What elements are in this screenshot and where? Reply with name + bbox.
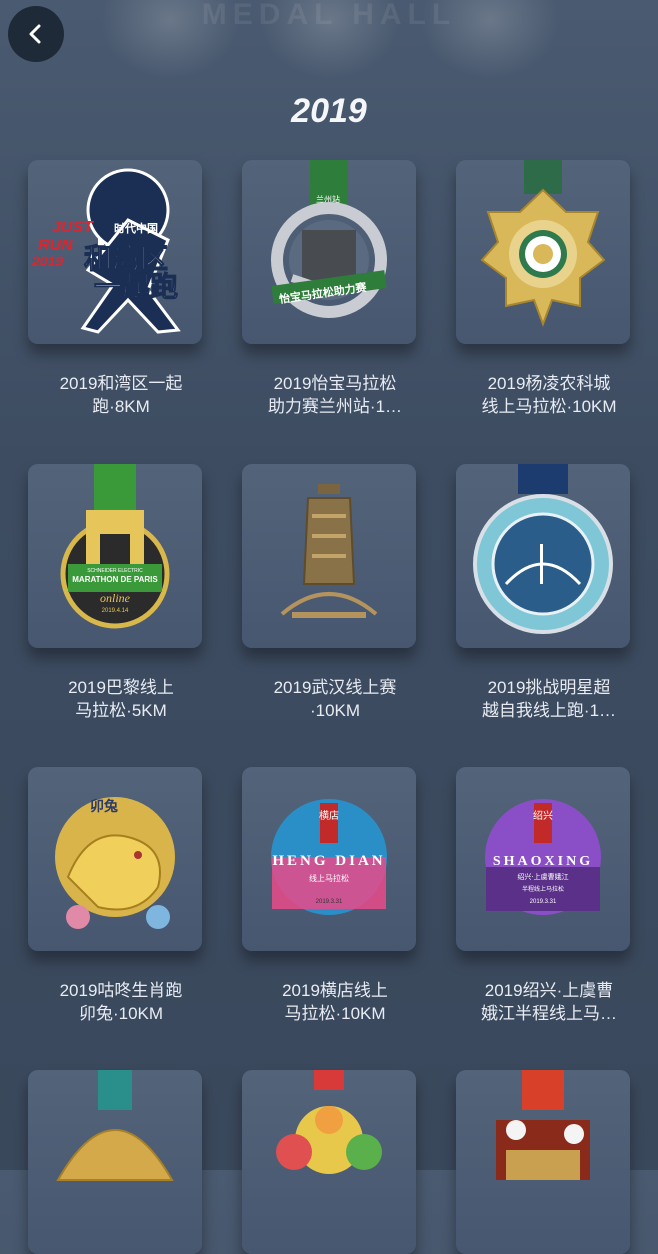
medal-label: 2019咕咚生肖跑 卯兔·10KM — [14, 979, 228, 1025]
medal-label-line1: 2019横店线上 — [282, 981, 388, 1000]
art-text: 2019.4.14 — [102, 608, 129, 614]
art-text: RUN — [38, 237, 73, 254]
art-text: 横店 — [319, 809, 339, 822]
medal-label: 2019武汉线上赛 ·10KM — [228, 676, 442, 722]
art-text: JUST — [52, 219, 94, 236]
medal-card[interactable] — [242, 464, 416, 648]
art-text: 2019.3.31 — [316, 899, 343, 905]
medal-label: 2019杨凌农科城 线上马拉松·10KM — [442, 372, 656, 418]
medal-grid: JUST RUN 2019 时代中国 和湾区 一起跑 2019和湾区一起 跑·8… — [0, 0, 658, 1254]
medal-card[interactable]: JUST RUN 2019 时代中国 和湾区 一起跑 — [28, 160, 202, 344]
art-text: HENG DIAN — [272, 853, 385, 869]
art-text: 时代中国 — [114, 221, 158, 235]
art-text: 卯兔 — [90, 798, 118, 815]
art-text: 线上马拉松 — [309, 873, 349, 883]
medal-image-wuhan — [280, 484, 378, 618]
medal-label-line2: 跑·8KM — [92, 397, 150, 416]
medal-image-shaoxing: 绍兴 SHAOXING 绍兴·上虞曹娥江 半程线上马拉松 2019.3.31 — [485, 799, 601, 915]
medal-image-rabbit: 卯兔 — [55, 797, 175, 929]
medal-image-pavilion — [496, 1070, 590, 1180]
art-text: 绍兴 — [533, 809, 553, 822]
medal-label: 2019挑战明星超 越自我线上跑·1… — [442, 676, 656, 722]
medal-label-line2: 马拉松·5KM — [75, 701, 167, 720]
medal-label: 2019和湾区一起 跑·8KM — [14, 372, 228, 418]
medal-card[interactable] — [242, 1070, 416, 1254]
art-text: online — [100, 591, 131, 605]
medal-image-yangling — [480, 160, 606, 327]
medal-card[interactable]: SCHNEIDER ELECTRIC MARATHON DE PARIS onl… — [28, 464, 202, 648]
medal-label-line1: 2019杨凌农科城 — [487, 374, 611, 393]
medal-image-gold-leaf — [56, 1070, 174, 1181]
medal-label-line2: 越自我线上跑·1… — [481, 701, 617, 720]
medal-label-line2: 卯兔·10KM — [78, 1004, 164, 1023]
medal-label-line1: 2019怡宝马拉松 — [273, 374, 397, 393]
medal-label-line1: 2019和湾区一起 — [59, 374, 183, 393]
medal-label-line1: 2019武汉线上赛 — [273, 678, 397, 697]
art-text: MARATHON DE PARIS — [72, 575, 158, 584]
medal-label: 2019绍兴·上虞曹 娥江半程线上马… — [442, 979, 656, 1025]
medal-label-line2: 马拉松·10KM — [284, 1004, 386, 1023]
medal-label: 2019怡宝马拉松 助力赛兰州站·1… — [228, 372, 442, 418]
medal-label-line1: 2019咕咚生肖跑 — [59, 981, 183, 1000]
medal-label: 2019横店线上 马拉松·10KM — [228, 979, 442, 1025]
medal-card[interactable]: 绍兴 SHAOXING 绍兴·上虞曹娥江 半程线上马拉松 2019.3.31 — [456, 767, 630, 951]
art-text: SHAOXING — [493, 854, 593, 869]
medal-label-line1: 2019巴黎线上 — [68, 678, 174, 697]
medal-image-paris: SCHNEIDER ELECTRIC MARATHON DE PARIS onl… — [60, 464, 170, 629]
medal-label-line2: ·10KM — [309, 701, 361, 720]
art-text: 2019 — [31, 253, 63, 269]
art-text: 2019.3.31 — [530, 899, 557, 905]
medal-card[interactable]: 兰州站 怡宝马拉松助力赛 — [242, 160, 416, 344]
medal-label-line2: 线上马拉松·10KM — [481, 397, 617, 416]
medal-card[interactable]: 卯兔 — [28, 767, 202, 951]
medal-image-lanzhou: 兰州站 怡宝马拉松助力赛 — [271, 160, 387, 318]
medal-image-just-run: JUST RUN 2019 时代中国 和湾区 一起跑 — [31, 168, 181, 334]
art-text: 一起跑 — [94, 270, 178, 303]
medal-label-line2: 助力赛兰州站·1… — [267, 397, 403, 416]
medal-card[interactable] — [456, 160, 630, 344]
medal-card[interactable] — [456, 1070, 630, 1254]
medal-image-hengdian: 横店 HENG DIAN 线上马拉松 2019.3.31 — [271, 799, 387, 915]
art-text: 半程线上马拉松 — [522, 885, 564, 893]
medal-label-line2: 娥江半程线上马… — [481, 1004, 617, 1023]
medal-label-line1: 2019挑战明星超 — [487, 678, 611, 697]
medal-image-star-challenge — [473, 464, 613, 634]
medal-image-balloons — [276, 1070, 382, 1174]
medal-card[interactable] — [456, 464, 630, 648]
medal-label: 2019巴黎线上 马拉松·5KM — [14, 676, 228, 722]
medal-card[interactable]: 横店 HENG DIAN 线上马拉松 2019.3.31 — [242, 767, 416, 951]
medal-card[interactable] — [28, 1070, 202, 1254]
art-text: SCHNEIDER ELECTRIC — [87, 568, 143, 574]
art-text: 绍兴·上虞曹娥江 — [517, 872, 568, 881]
medal-label-line1: 2019绍兴·上虞曹 — [484, 981, 614, 1000]
